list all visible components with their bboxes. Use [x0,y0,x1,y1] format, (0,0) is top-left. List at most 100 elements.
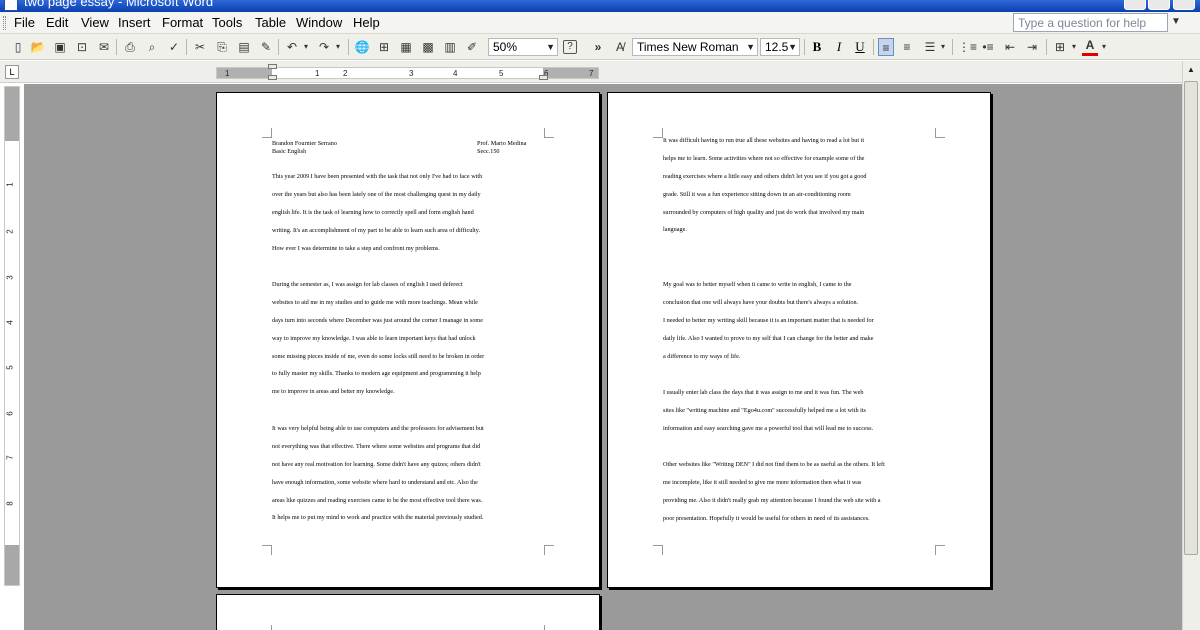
margin-corner-mark [262,545,272,555]
menu-window[interactable]: Window [296,15,342,30]
paste-icon[interactable]: ▤ [236,38,252,56]
font-size-select[interactable]: 12.5 ▼ [760,38,800,56]
menubar-grip-handle[interactable] [3,16,6,30]
text-line: How ever I was determine to take a step … [272,244,440,252]
cut-icon[interactable]: ✂ [192,38,208,56]
permission-icon[interactable]: ⊡ [74,38,90,56]
columns-icon[interactable]: ▥ [442,38,458,56]
undo-icon[interactable]: ↶ [284,38,300,56]
menu-file[interactable]: File [14,15,35,30]
scroll-up-icon[interactable]: ▲ [1184,63,1198,77]
save-icon[interactable]: ▣ [52,38,68,56]
help-icon[interactable]: ? [563,40,577,54]
text-line: It helps me to put my mind to work and p… [272,514,484,522]
text-line: helps me to learn. Some activities where… [663,154,865,162]
menu-table[interactable]: Table [255,15,286,30]
font-color-icon[interactable]: A [1082,38,1098,56]
ask-question-input[interactable]: Type a question for help [1013,13,1168,32]
vertical-scrollbar[interactable]: ▲ [1182,61,1200,630]
paragraph: It was difficult having to run true all … [663,137,935,244]
format-painter-icon[interactable]: ✎ [258,38,274,56]
ruler-tick: 1 [315,69,320,78]
tables-borders-icon[interactable]: ⊞ [376,38,392,56]
menu-insert[interactable]: Insert [118,15,151,30]
border-icon[interactable]: ⊞ [1052,38,1068,56]
first-line-indent-marker[interactable] [268,64,277,69]
redo-dropdown-icon[interactable]: ▾ [334,38,342,56]
document-workspace[interactable]: Brandon Fournier Serrano Basic English P… [24,84,1182,630]
chevron-down-icon[interactable]: ▼ [546,39,555,55]
margin-corner-mark [544,625,554,630]
font-name-select[interactable]: Times New Roman ▼ [632,38,758,56]
text-line: My goal was to better myself when it cam… [663,281,852,288]
italic-button[interactable]: I [830,38,848,56]
restore-button-2[interactable] [1148,0,1170,10]
insert-table-icon[interactable]: ▦ [398,38,414,56]
word-app-icon[interactable] [4,0,18,11]
menu-edit[interactable]: Edit [46,15,68,30]
text-line: days turn into seconds where December wa… [272,316,483,324]
zoom-select[interactable]: 50% ▼ [488,38,558,56]
text-line: information and easy searching gave me a… [663,424,874,432]
email-icon[interactable]: ✉ [96,38,112,56]
redo-icon[interactable]: ↷ [316,38,332,56]
paragraph: My goal was to better myself when it cam… [663,281,935,370]
align-left-icon[interactable]: ≡ [878,38,894,56]
document-page-2[interactable]: It was difficult having to run true all … [607,92,991,588]
close-window-button[interactable] [1173,0,1195,10]
right-indent-marker[interactable] [539,75,548,80]
restore-button[interactable] [1124,0,1146,10]
numbering-icon[interactable]: ⋮≡ [958,38,977,56]
insert-excel-icon[interactable]: ▩ [420,38,436,56]
line-spacing-icon[interactable]: ☰ [922,38,938,56]
ruler-tick: 4 [5,320,15,325]
underline-button[interactable]: U [851,38,869,56]
document-page-1[interactable]: Brandon Fournier Serrano Basic English P… [216,92,600,588]
open-folder-icon[interactable]: 📂 [30,38,46,56]
ruler-tick: 5 [499,69,504,78]
menu-format[interactable]: Format [162,15,203,30]
border-dropdown-icon[interactable]: ▾ [1070,38,1078,56]
text-line: some missing pieces inside of me, even d… [272,352,485,360]
styles-icon[interactable]: A̸ [612,38,628,56]
menu-help[interactable]: Help [353,15,380,30]
line-spacing-dropdown-icon[interactable]: ▾ [939,38,947,56]
chevron-down-icon[interactable]: ▼ [788,39,797,55]
print-preview-icon[interactable]: ⌕ [144,38,160,56]
ruler-tick: 8 [5,501,15,506]
text-line: english life. It is the task of learning… [272,208,474,216]
hanging-indent-marker[interactable] [268,75,277,80]
new-document-icon[interactable]: ▯ [10,38,26,56]
scrollbar-thumb[interactable] [1184,81,1198,555]
toolbar-separator [116,39,117,55]
tab-selector[interactable]: L [5,65,19,79]
chevron-down-icon[interactable]: ▼ [746,39,755,55]
ask-question-dropdown-icon[interactable]: ▼ [1171,16,1181,27]
increase-indent-icon[interactable]: ⇥ [1024,38,1040,56]
menu-view[interactable]: View [81,15,109,30]
bold-button[interactable]: B [808,38,826,56]
insert-hyperlink-icon[interactable]: 🌐 [354,38,370,56]
text-line: language. [663,226,687,234]
drawing-icon[interactable]: ✐ [464,38,480,56]
ruler-top-margin [5,87,19,141]
print-icon[interactable]: ⎙ [122,38,138,56]
text-line: areas like quizzes and reading exercises… [272,496,483,504]
ruler-tick: 4 [453,69,458,78]
vertical-ruler[interactable]: 1 2 3 4 5 6 7 8 [4,86,20,586]
align-center-icon[interactable]: ≡ [899,38,915,56]
font-color-dropdown-icon[interactable]: ▾ [1100,38,1108,56]
toolbar-overflow-icon[interactable]: » [590,38,606,56]
ruler-tick: 3 [409,69,414,78]
undo-dropdown-icon[interactable]: ▾ [302,38,310,56]
copy-icon[interactable]: ⎘ [214,38,230,56]
document-page-3[interactable] [216,594,600,630]
ruler-tick: 1 [5,182,15,187]
decrease-indent-icon[interactable]: ⇤ [1002,38,1018,56]
menu-tools[interactable]: Tools [212,15,242,30]
spelling-icon[interactable]: ✓ [166,38,182,56]
horizontal-ruler[interactable]: 1 1 2 3 4 5 6 7 [216,64,599,80]
toolbar-separator [952,39,953,55]
bullets-icon[interactable]: •≡ [980,38,996,56]
text-line: I needed to better my writing skill beca… [663,316,874,324]
